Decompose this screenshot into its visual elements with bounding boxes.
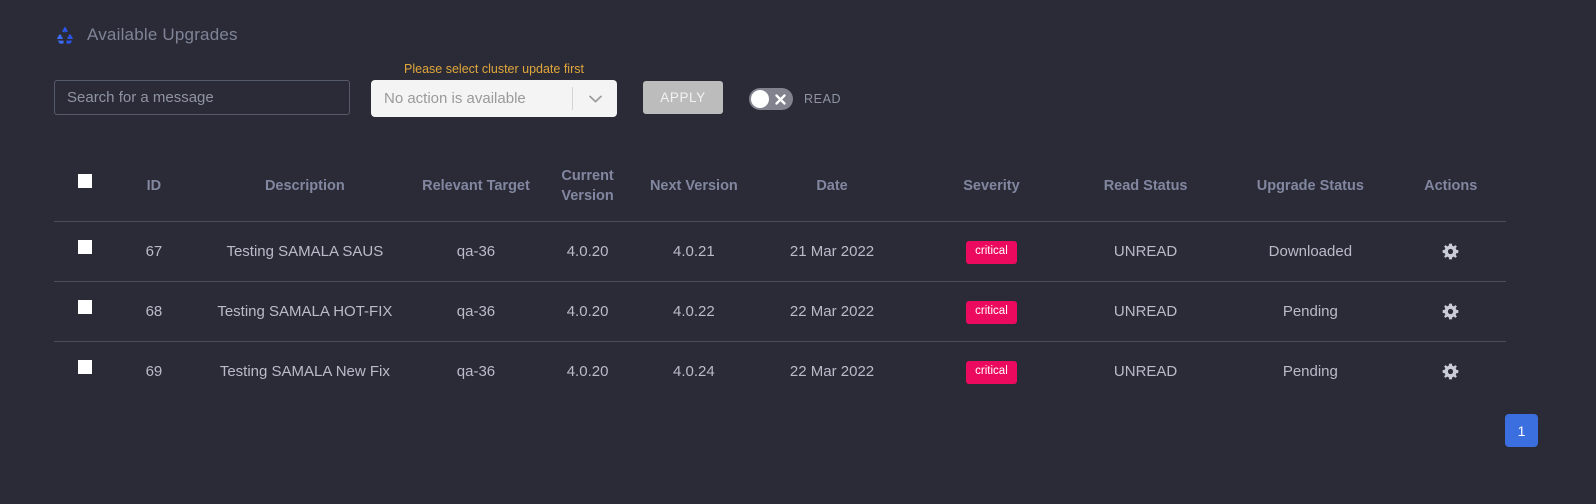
apply-button[interactable]: APPLY [643, 81, 723, 114]
cell-read-status: UNREAD [1065, 221, 1226, 282]
page-header: Available Upgrades [54, 24, 238, 46]
cell-description: Testing SAMALA SAUS [192, 221, 418, 282]
toggle-knob [751, 90, 769, 108]
search-input[interactable] [54, 80, 350, 115]
select-all-checkbox[interactable] [77, 174, 92, 189]
read-toggle-label: READ [804, 92, 842, 106]
cell-relevant-target: qa-36 [417, 341, 535, 401]
cell-actions [1395, 341, 1506, 401]
cell-date: 22 Mar 2022 [747, 341, 918, 401]
pagination-page-1[interactable]: 1 [1505, 414, 1538, 447]
cell-read-status: UNREAD [1065, 341, 1226, 401]
header-date[interactable]: Date [747, 152, 917, 222]
cell-severity: critical [917, 281, 1066, 342]
status-badge: critical [966, 361, 1017, 384]
cell-id: 67 [115, 221, 193, 282]
read-toggle[interactable] [749, 88, 793, 110]
pagination: 1 [1505, 414, 1538, 447]
table-row: 68 Testing SAMALA HOT-FIX qa-36 4.0.20 4.0.2… [54, 281, 1506, 342]
table-header-row: ID Description Relevant Target Current V… [54, 152, 1506, 222]
cell-actions [1395, 281, 1506, 342]
cell-description: Testing SAMALA New Fix [192, 341, 418, 401]
gear-icon[interactable] [1442, 303, 1459, 320]
recycle-icon [54, 24, 76, 46]
header-relevant-target[interactable]: Relevant Target [418, 152, 535, 222]
cell-upgrade-status: Pending [1225, 281, 1396, 342]
row-checkbox[interactable] [77, 300, 92, 315]
cell-current-version: 4.0.20 [534, 341, 641, 401]
chevron-down-icon[interactable] [573, 95, 617, 103]
cell-id: 69 [115, 341, 193, 401]
header-read-status[interactable]: Read Status [1066, 152, 1225, 222]
toolbar: Please select cluster update first No ac… [54, 62, 1534, 118]
header-actions: Actions [1424, 177, 1478, 194]
cell-current-version: 4.0.20 [534, 281, 641, 342]
row-select-cell [54, 281, 116, 342]
action-select[interactable]: No action is available [371, 80, 617, 117]
cell-current-version: 4.0.20 [534, 221, 641, 282]
cell-id: 68 [115, 281, 193, 342]
cell-date: 21 Mar 2022 [747, 221, 918, 282]
select-all-cell [54, 152, 116, 222]
header-id[interactable]: ID [116, 152, 193, 222]
row-checkbox[interactable] [77, 360, 92, 375]
cell-relevant-target: qa-36 [417, 281, 535, 342]
upgrades-table: ID Description Relevant Target Current V… [54, 152, 1506, 401]
status-badge: critical [966, 301, 1017, 324]
cell-next-version: 4.0.24 [640, 341, 747, 401]
header-severity[interactable]: Severity [917, 152, 1066, 222]
row-select-cell [54, 341, 116, 401]
header-next-version[interactable]: Next Version [641, 152, 747, 222]
cell-actions [1395, 221, 1506, 282]
action-select-value: No action is available [384, 90, 526, 107]
cell-severity: critical [917, 341, 1066, 401]
cell-severity: critical [917, 221, 1066, 282]
header-current-version[interactable]: Current Version [534, 152, 640, 222]
row-select-cell [54, 221, 116, 282]
cell-upgrade-status: Pending [1225, 341, 1396, 401]
select-warning-text: Please select cluster update first [404, 62, 584, 76]
close-icon [775, 93, 786, 105]
cell-next-version: 4.0.22 [640, 281, 747, 342]
cell-upgrade-status: Downloaded [1225, 221, 1396, 282]
gear-icon[interactable] [1442, 363, 1459, 380]
cell-description: Testing SAMALA HOT-FIX [192, 281, 418, 342]
header-description[interactable]: Description [192, 152, 417, 222]
status-badge: critical [966, 241, 1017, 264]
cell-next-version: 4.0.21 [640, 221, 747, 282]
header-upgrade-status[interactable]: Upgrade Status [1225, 152, 1395, 222]
read-filter-toggle-group: READ [749, 88, 841, 110]
page-title: Available Upgrades [87, 25, 238, 44]
cell-read-status: UNREAD [1065, 281, 1226, 342]
cell-date: 22 Mar 2022 [747, 281, 918, 342]
gear-icon[interactable] [1442, 243, 1459, 260]
row-checkbox[interactable] [77, 240, 92, 255]
table-row: 67 Testing SAMALA SAUS qa-36 4.0.20 4.0.21 21… [54, 221, 1506, 282]
table-row: 69 Testing SAMALA New Fix qa-36 4.0.20 4.0.2… [54, 341, 1506, 401]
upgrades-page: Available Upgrades Please select cluster… [0, 0, 1596, 504]
cell-relevant-target: qa-36 [417, 221, 535, 282]
